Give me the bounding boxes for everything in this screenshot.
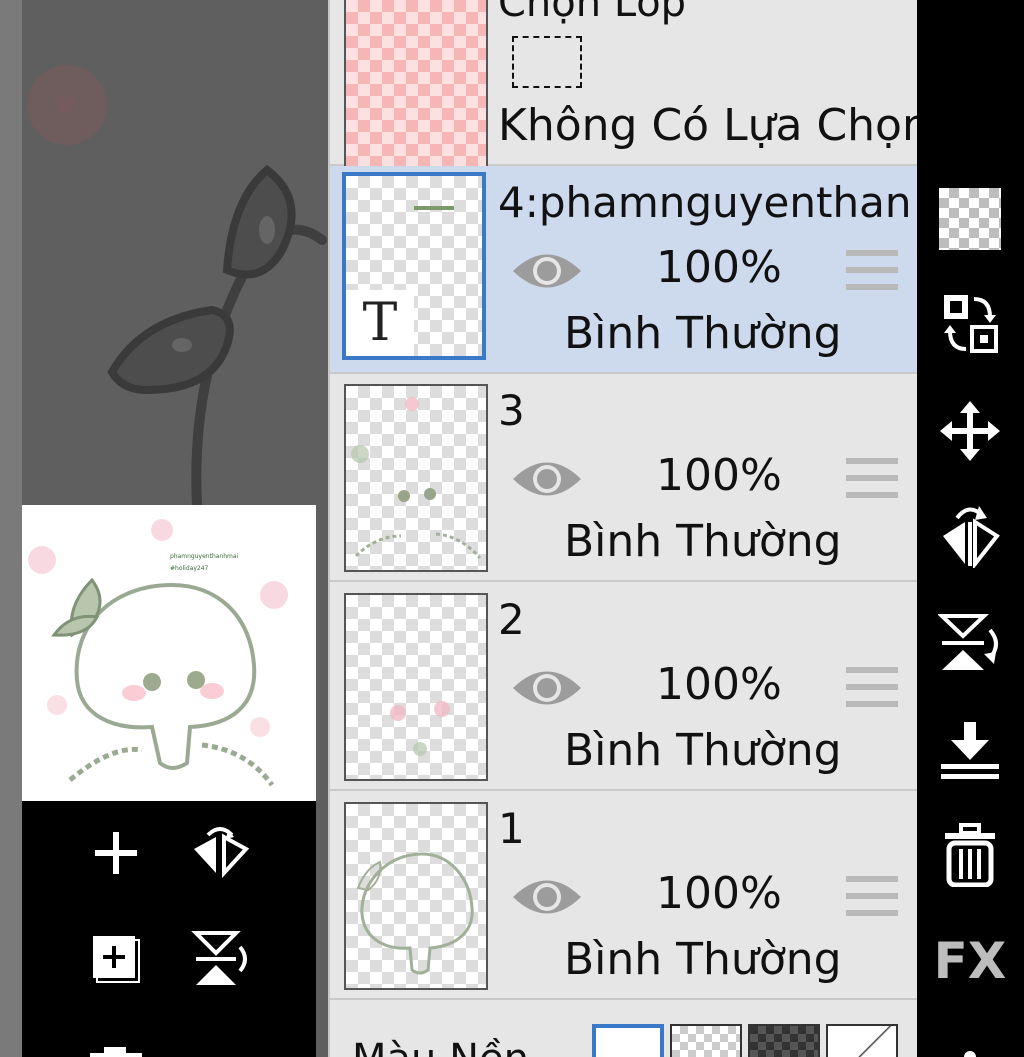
layer-row-4[interactable]: T 4:phamnguyenthan 100% Bình Thường (330, 166, 919, 374)
duplicate-layer-button[interactable] (86, 929, 146, 989)
bg-swatch-light-checker[interactable] (670, 1024, 742, 1057)
layer-opacity[interactable]: 100% (656, 242, 782, 293)
flip-horizontal-button[interactable] (937, 502, 1003, 568)
thumb-art-1 (356, 852, 474, 975)
layer-thumbnail-4: T (342, 172, 486, 360)
move-button[interactable] (937, 398, 1003, 464)
swap-layers-icon (944, 295, 998, 353)
selection-marquee-icon (512, 36, 582, 88)
transparency-icon (939, 188, 1001, 250)
left-toolbar (22, 801, 316, 1057)
drag-handle-icon[interactable] (846, 876, 898, 924)
bg-swatch-none[interactable] (826, 1024, 898, 1057)
layer-opacity[interactable]: 100% (656, 450, 782, 501)
drag-handle-icon[interactable] (846, 667, 898, 715)
layer-blend-mode[interactable]: Bình Thường (564, 516, 842, 567)
layer-thumbnail-3 (344, 384, 488, 572)
selection-layer-title: Chọn Lớp (498, 0, 686, 26)
move-icon (940, 401, 1000, 461)
layer-panel: Chọn Lớp Không Có Lựa Chọn T 4:phamnguye… (328, 0, 930, 1057)
swap-layers-button[interactable] (937, 290, 1003, 356)
thumb-text-preview (414, 206, 454, 210)
fx-button[interactable]: FX (934, 928, 1007, 994)
selection-layer-thumbnail (344, 0, 488, 186)
camera-button[interactable] (86, 1027, 146, 1057)
duplicate-layer-icon (93, 936, 140, 983)
layer-thumbnail-1 (344, 802, 488, 990)
right-toolbar: FX (917, 0, 1024, 1057)
delete-layer-button[interactable] (937, 822, 1003, 888)
layer-row-1[interactable]: 1 100% Bình Thường (330, 792, 919, 1000)
thumb-art-3 (351, 397, 482, 559)
visibility-eye-icon[interactable] (510, 454, 584, 504)
canvas-area[interactable]: phamnguyenthanhmai #holiday247 (0, 0, 328, 1057)
layer-row-3[interactable]: 3 100% Bình Thường (330, 374, 919, 582)
layer-name: 2 (498, 595, 525, 644)
flip-vertical-button[interactable] (937, 610, 1003, 676)
drag-handle-icon[interactable] (846, 250, 898, 298)
transparency-button[interactable] (937, 186, 1003, 252)
layer-thumbnail-2 (344, 593, 488, 781)
preview-artwork (28, 519, 288, 787)
app-root: phamnguyenthanhmai #holiday247 Chọn Lớp … (0, 0, 1024, 1057)
bg-swatch-dark-checker[interactable] (748, 1024, 820, 1057)
more-icon (964, 1051, 976, 1057)
add-layer-icon (95, 832, 137, 874)
selection-status: Không Có Lựa Chọn (498, 100, 930, 151)
preview-caption-1: phamnguyenthanhmai (170, 553, 239, 560)
canvas-preview: phamnguyenthanhmai #holiday247 (22, 505, 316, 801)
layer-blend-mode[interactable]: Bình Thường (564, 934, 842, 985)
background-color-label: Màu Nền (352, 1036, 529, 1057)
layer-opacity[interactable]: 100% (656, 868, 782, 919)
thumb-art-2 (390, 701, 450, 756)
flip-vertical-button[interactable] (190, 929, 250, 989)
layer-name: 3 (498, 386, 525, 435)
camera-icon (90, 1047, 142, 1057)
add-layer-button[interactable] (86, 823, 146, 883)
flip-vertical-icon (191, 931, 247, 985)
flip-horizontal-button[interactable] (190, 823, 250, 883)
background-color-row: Màu Nền (330, 1002, 919, 1057)
canvas-edge (0, 0, 22, 1057)
trash-icon (945, 823, 995, 887)
visibility-eye-icon[interactable] (510, 872, 584, 922)
layer-row-2[interactable]: 2 100% Bình Thường (330, 583, 919, 791)
layer-name: 4:phamnguyenthan (498, 178, 912, 227)
bg-swatch-white[interactable] (592, 1024, 664, 1057)
visibility-eye-icon[interactable] (510, 246, 584, 296)
flip-horizontal-icon (194, 827, 250, 879)
layer-opacity[interactable]: 100% (656, 659, 782, 710)
layer-name: 1 (498, 804, 525, 853)
more-options-button[interactable] (937, 1020, 1003, 1057)
text-layer-badge: T (346, 290, 414, 356)
layer-blend-mode[interactable]: Bình Thường (564, 725, 842, 776)
fx-icon: FX (933, 932, 1007, 990)
drag-handle-icon[interactable] (846, 458, 898, 506)
merge-down-button[interactable] (937, 716, 1003, 782)
merge-down-icon (941, 722, 999, 779)
visibility-eye-icon[interactable] (510, 663, 584, 713)
preview-caption-2: #holiday247 (170, 565, 209, 572)
layer-blend-mode[interactable]: Bình Thường (564, 308, 842, 359)
flip-horizontal-icon (943, 506, 1000, 568)
flip-vertical-icon (938, 614, 998, 670)
selection-layer-row[interactable]: Chọn Lớp Không Có Lựa Chọn (330, 0, 930, 186)
